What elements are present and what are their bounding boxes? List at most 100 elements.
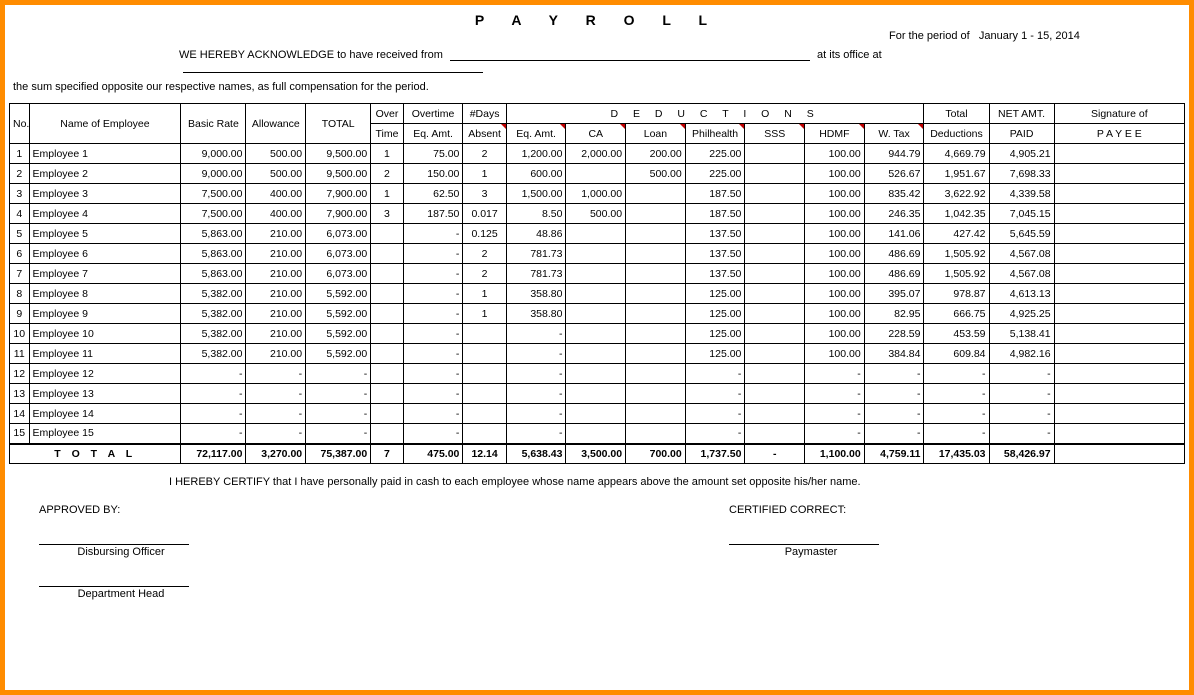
- cell-total: 6,073.00: [306, 224, 371, 244]
- cell-sss: [745, 204, 805, 224]
- cell-allow: 210.00: [246, 284, 306, 304]
- cell-basic: -: [181, 364, 246, 384]
- cell-deq: -: [506, 404, 566, 424]
- cell-basic: -: [181, 404, 246, 424]
- tot-oteq: 475.00: [403, 444, 463, 464]
- hdr-sss: SSS: [745, 124, 805, 144]
- cell-name: Employee 5: [29, 224, 181, 244]
- cell-allow: 500.00: [246, 164, 306, 184]
- cell-name: Employee 14: [29, 404, 181, 424]
- cell-ot: [371, 324, 404, 344]
- cell-phil: 125.00: [685, 284, 745, 304]
- cell-sig: [1054, 184, 1184, 204]
- hdr-hdmf: HDMF: [805, 124, 865, 144]
- payroll-sheet: P A Y R O L L For the period of January …: [0, 0, 1194, 695]
- cell-ca: [566, 424, 626, 444]
- cell-tded: 453.59: [924, 324, 989, 344]
- cell-sss: [745, 404, 805, 424]
- hdr-allow: Allowance: [246, 104, 306, 144]
- cell-ca: [566, 164, 626, 184]
- sum-text: the sum specified opposite our respectiv…: [9, 77, 1185, 103]
- cell-sig: [1054, 324, 1184, 344]
- hdr-sig-top: Signature of: [1054, 104, 1184, 124]
- tot-basic: 72,117.00: [181, 444, 246, 464]
- table-row: 11Employee 115,382.00210.005,592.00--125…: [10, 344, 1185, 364]
- cell-wtax: 944.79: [864, 144, 924, 164]
- cell-no: 9: [10, 304, 30, 324]
- cell-phil: -: [685, 364, 745, 384]
- cell-ca: [566, 224, 626, 244]
- cell-net: 7,698.33: [989, 164, 1054, 184]
- cell-ot: 2: [371, 164, 404, 184]
- cell-hdmf: 100.00: [805, 304, 865, 324]
- cell-days: 3: [463, 184, 506, 204]
- cell-basic: 5,382.00: [181, 344, 246, 364]
- cell-wtax: 82.95: [864, 304, 924, 324]
- cell-net: -: [989, 364, 1054, 384]
- table-row: 10Employee 105,382.00210.005,592.00--125…: [10, 324, 1185, 344]
- ack-blank-office: [183, 61, 483, 73]
- cell-no: 13: [10, 384, 30, 404]
- cell-days: 2: [463, 244, 506, 264]
- cell-hdmf: 100.00: [805, 224, 865, 244]
- cell-hdmf: -: [805, 404, 865, 424]
- cell-tded: 978.87: [924, 284, 989, 304]
- tot-loan: 700.00: [626, 444, 686, 464]
- tot-deq: 5,638.43: [506, 444, 566, 464]
- cell-name: Employee 6: [29, 244, 181, 264]
- cell-ot: [371, 264, 404, 284]
- cell-tded: 1,505.92: [924, 264, 989, 284]
- hdr-tded-bot: Deductions: [924, 124, 989, 144]
- cell-ca: [566, 244, 626, 264]
- cell-allow: -: [246, 384, 306, 404]
- cell-ca: [566, 404, 626, 424]
- tot-days: 12.14: [463, 444, 506, 464]
- table-row: 7Employee 75,863.00210.006,073.00-2781.7…: [10, 264, 1185, 284]
- cell-sss: [745, 224, 805, 244]
- cell-sig: [1054, 384, 1184, 404]
- cell-ca: [566, 304, 626, 324]
- cell-basic: 5,382.00: [181, 324, 246, 344]
- cell-sig: [1054, 244, 1184, 264]
- hdr-eqamt: Eq. Amt.: [403, 124, 463, 144]
- cell-ot: 1: [371, 144, 404, 164]
- cell-phil: 125.00: [685, 324, 745, 344]
- totals-row: T O T A L 72,117.00 3,270.00 75,387.00 7…: [10, 444, 1185, 464]
- cell-sss: [745, 284, 805, 304]
- cell-loan: [626, 244, 686, 264]
- cell-hdmf: 100.00: [805, 164, 865, 184]
- cell-days: 1: [463, 284, 506, 304]
- cell-deq: -: [506, 364, 566, 384]
- cell-net: -: [989, 384, 1054, 404]
- cell-ot: [371, 284, 404, 304]
- tot-ot: 7: [371, 444, 404, 464]
- cell-basic: 9,000.00: [181, 144, 246, 164]
- cell-allow: 210.00: [246, 324, 306, 344]
- cell-hdmf: 100.00: [805, 264, 865, 284]
- tot-ca: 3,500.00: [566, 444, 626, 464]
- cell-basic: 5,382.00: [181, 304, 246, 324]
- cell-phil: 125.00: [685, 304, 745, 324]
- hdr-tded-top: Total: [924, 104, 989, 124]
- payroll-table: No. Name of Employee Basic Rate Allowanc…: [9, 103, 1185, 464]
- cell-sss: [745, 324, 805, 344]
- cell-total: -: [306, 364, 371, 384]
- cell-oteq: -: [403, 244, 463, 264]
- cell-net: -: [989, 424, 1054, 444]
- cell-sss: [745, 144, 805, 164]
- cell-oteq: -: [403, 404, 463, 424]
- cell-total: 5,592.00: [306, 344, 371, 364]
- hdr-basic: Basic Rate: [181, 104, 246, 144]
- cell-deq: 358.80: [506, 304, 566, 324]
- cell-no: 7: [10, 264, 30, 284]
- cell-no: 12: [10, 364, 30, 384]
- cell-total: 5,592.00: [306, 284, 371, 304]
- page-title: P A Y R O L L: [9, 7, 1185, 30]
- cell-ot: [371, 304, 404, 324]
- certified-correct-label: CERTIFIED CORRECT:: [729, 504, 879, 516]
- cell-wtax: 384.84: [864, 344, 924, 364]
- cell-ca: [566, 384, 626, 404]
- cell-total: -: [306, 404, 371, 424]
- cell-sig: [1054, 144, 1184, 164]
- cell-wtax: 141.06: [864, 224, 924, 244]
